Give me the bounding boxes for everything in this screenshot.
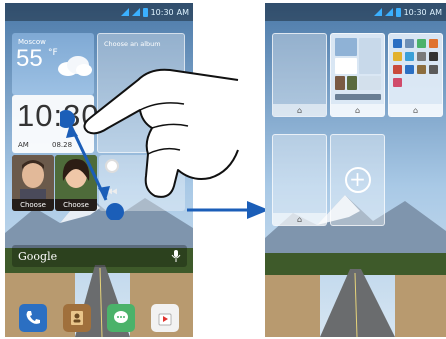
battery-icon <box>395 7 401 17</box>
album-widget[interactable]: Choose an album <box>97 33 185 153</box>
clock-ampm: AM <box>18 141 29 149</box>
mini-app-icon <box>429 52 438 61</box>
mini-clock-widget <box>335 58 357 74</box>
plus-icon: + <box>344 167 371 193</box>
mini-app-icon <box>417 39 426 48</box>
contact-choose-label: Choose <box>12 199 54 211</box>
signal-strength-icon <box>384 8 393 16</box>
transition-arrow-icon <box>187 201 269 219</box>
screen-thumbnail-3[interactable]: ⌂ <box>388 33 443 117</box>
cloud-icon <box>58 56 92 76</box>
mini-app-icon <box>417 52 426 61</box>
previous-track-icon[interactable]: ⏮ <box>105 185 118 201</box>
mini-contact-widget <box>347 76 357 90</box>
battery-icon <box>142 7 148 17</box>
thumbnail-bar: ⌂ <box>273 104 326 116</box>
contact-photo <box>55 155 97 199</box>
status-time: 10:30 <box>403 7 427 17</box>
contacts-icon[interactable] <box>63 304 91 332</box>
microphone-icon[interactable] <box>171 250 181 262</box>
screen-thumbnail-2[interactable]: ⌂ <box>330 33 385 117</box>
status-bar: 10:30 AM <box>5 3 193 21</box>
contact-photo <box>12 155 54 199</box>
screen-thumbnail-4[interactable]: ⌂ <box>272 134 327 226</box>
status-ampm: AM <box>176 7 189 17</box>
mini-search-bar <box>335 94 381 100</box>
mini-app-icon <box>429 39 438 48</box>
illustration: 10:30 AM Moscow 55 °F Choose an album 10… <box>0 0 446 339</box>
home-screen: 10:30 AM Moscow 55 °F Choose an album 10… <box>5 3 193 337</box>
thumbnail-bar: ⌂ <box>389 104 442 116</box>
signal-icon <box>373 8 382 16</box>
status-bar: 10:30 AM <box>265 3 446 21</box>
music-widget[interactable]: ⏮ <box>99 155 185 211</box>
status-time: 10:30 <box>150 7 174 17</box>
thumbnail-bar: ⌂ <box>273 213 326 225</box>
screen-manager: 10:30 AM ⌂ ⌂ ⌂ ⌂ + <box>265 3 446 337</box>
status-ampm: AM <box>429 7 442 17</box>
contact-widget-1[interactable]: Choose <box>12 155 54 211</box>
home-icon[interactable]: ⌂ <box>297 106 302 115</box>
mini-app-icon <box>405 52 414 61</box>
mini-app-icon <box>405 39 414 48</box>
home-icon[interactable]: ⌂ <box>355 106 360 115</box>
add-screen-button[interactable]: + <box>330 134 385 226</box>
home-icon[interactable]: ⌂ <box>413 106 418 115</box>
mini-app-icon <box>393 39 402 48</box>
clock-date: 08.28 <box>52 141 73 149</box>
contact-choose-label: Choose <box>55 199 97 211</box>
app-store-icon[interactable] <box>151 304 179 332</box>
mini-app-icon <box>393 78 402 87</box>
phone-icon[interactable] <box>19 304 47 332</box>
google-search-bar[interactable]: Google <box>12 245 187 267</box>
mini-contact-widget <box>335 76 345 90</box>
mini-weather-widget <box>335 38 357 56</box>
mini-music-widget <box>359 76 381 90</box>
clock-time: 10:30 <box>17 98 100 133</box>
messaging-icon[interactable] <box>107 304 135 332</box>
weather-widget[interactable]: Moscow 55 °F <box>12 33 94 95</box>
signal-strength-icon <box>131 8 140 16</box>
thumbnail-bar: ⌂ <box>331 104 384 116</box>
weather-temperature: 55 <box>16 45 43 72</box>
clock-widget[interactable]: 10:30 AM 08.28 <box>12 95 99 153</box>
disc-icon <box>105 159 119 173</box>
screen-thumbnail-1[interactable]: ⌂ <box>272 33 327 117</box>
mini-app-icon <box>429 65 438 74</box>
google-logo: Google <box>18 249 58 263</box>
mini-album-widget <box>359 38 381 74</box>
signal-icon <box>120 8 129 16</box>
contact-widget-2[interactable]: Choose <box>55 155 97 211</box>
mini-app-icon <box>417 65 426 74</box>
album-label: Choose an album <box>104 40 161 48</box>
mini-app-icon <box>405 65 414 74</box>
dock <box>5 299 193 337</box>
mini-app-icon <box>393 65 402 74</box>
mini-app-icon <box>393 52 402 61</box>
home-icon[interactable]: ⌂ <box>297 215 302 224</box>
